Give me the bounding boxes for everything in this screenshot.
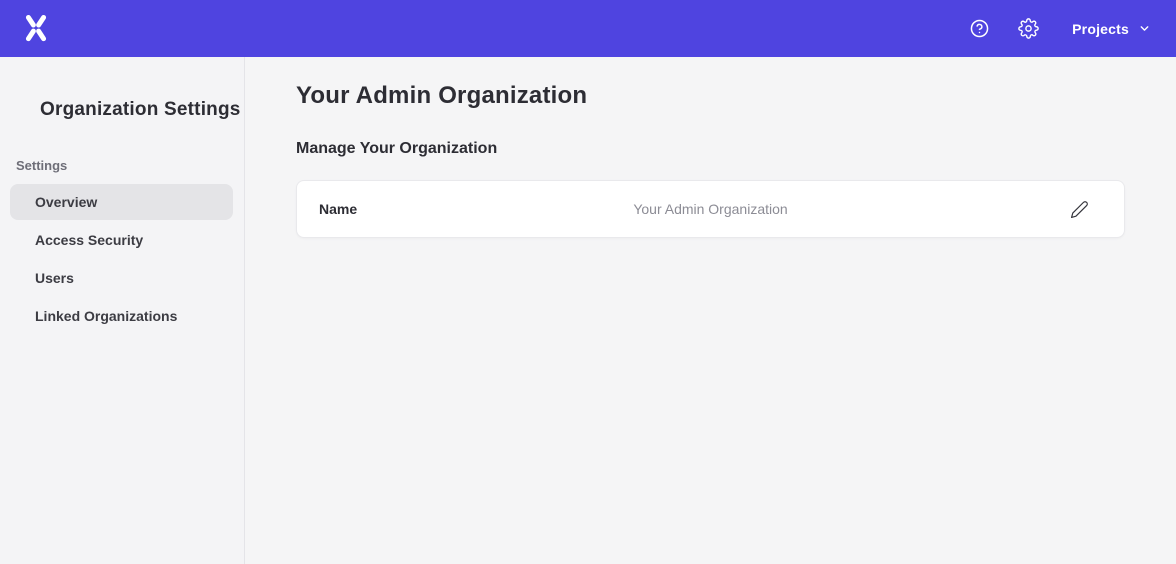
page-body: Organization Settings Settings Overview … — [0, 57, 1176, 564]
top-navigation-bar: Projects — [0, 0, 1176, 57]
sidebar-nav: Overview Access Security Users Linked Or… — [0, 184, 244, 334]
topbar-actions: Projects — [968, 18, 1150, 40]
sidebar-item-overview[interactable]: Overview — [10, 184, 233, 220]
gear-icon — [1018, 18, 1039, 39]
sidebar-item-access-security[interactable]: Access Security — [10, 222, 233, 258]
mixpanel-x-logo-icon — [23, 14, 49, 42]
sidebar-item-users[interactable]: Users — [10, 260, 233, 296]
chevron-down-icon — [1139, 23, 1150, 34]
sidebar-section-label: Settings — [16, 158, 244, 173]
help-button[interactable] — [968, 18, 990, 40]
brand-logo[interactable] — [23, 15, 49, 43]
organization-settings-sidebar: Organization Settings Settings Overview … — [0, 57, 245, 564]
sidebar-item-linked-organizations[interactable]: Linked Organizations — [10, 298, 233, 334]
pencil-icon — [1070, 200, 1089, 219]
organization-name-card: Name Your Admin Organization — [296, 180, 1125, 238]
edit-name-button[interactable] — [1069, 199, 1090, 220]
main-content: Your Admin Organization Manage Your Orga… — [245, 57, 1176, 564]
help-icon — [969, 18, 990, 39]
settings-button[interactable] — [1017, 18, 1039, 40]
name-label: Name — [319, 201, 357, 217]
projects-dropdown[interactable]: Projects — [1072, 21, 1150, 37]
name-value: Your Admin Organization — [633, 201, 787, 217]
page-title: Your Admin Organization — [296, 82, 1125, 110]
section-title: Manage Your Organization — [296, 140, 1125, 158]
sidebar-title: Organization Settings — [0, 99, 244, 121]
projects-label: Projects — [1072, 21, 1129, 37]
